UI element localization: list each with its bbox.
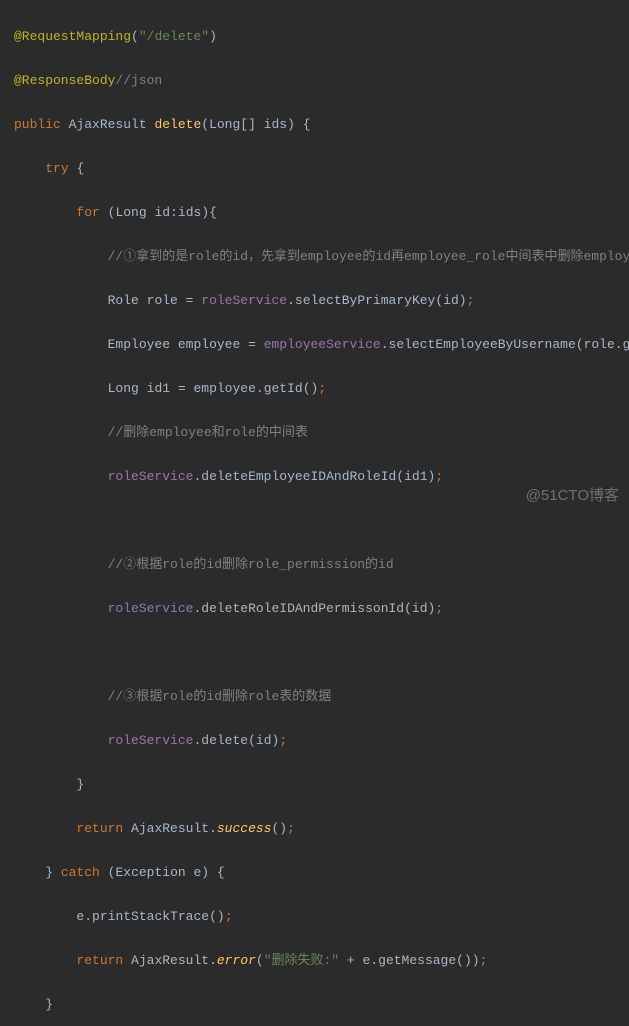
keyword: catch [61,865,100,880]
keyword: for [76,205,99,220]
code-line: //②根据role的id删除role_permission的id [14,554,629,576]
code-line: @RequestMapping("/delete") [14,26,629,48]
code-line: return AjaxResult.success(); [14,818,629,840]
code-line: roleService.delete(id); [14,730,629,752]
code-line: @ResponseBody//json [14,70,629,92]
annotation: @RequestMapping [14,29,131,44]
string-literal: "删除失败:" [264,953,339,968]
code-line: } catch (Exception e) { [14,862,629,884]
field-ref: roleService [108,601,194,616]
method-name: delete [154,117,201,132]
code-line: public AjaxResult delete(Long[] ids) { [14,114,629,136]
code-line: Role role = roleService.selectByPrimaryK… [14,290,629,312]
code-line: //删除employee和role的中间表 [14,422,629,444]
string-literal: "/delete" [139,29,209,44]
watermark-text: @51CTO博客 [526,484,619,505]
comment: //①拿到的是role的id，先拿到employee的id再employee_r… [108,249,629,264]
code-line [14,510,629,532]
comment: //json [115,73,162,88]
code-line: //①拿到的是role的id，先拿到employee的id再employee_r… [14,246,629,268]
field-ref: roleService [201,293,287,308]
code-line: } [14,774,629,796]
static-method: error [217,953,256,968]
code-line: return AjaxResult.error("删除失败:" + e.getM… [14,950,629,972]
comment: //③根据role的id删除role表的数据 [108,689,332,704]
static-method: success [217,821,272,836]
keyword: public [14,117,61,132]
code-line: try { [14,158,629,180]
code-line: } [14,994,629,1016]
code-line: roleService.deleteRoleIDAndPermissonId(i… [14,598,629,620]
code-line: for (Long id:ids){ [14,202,629,224]
field-ref: roleService [108,469,194,484]
keyword: try [45,161,68,176]
type: AjaxResult [69,117,147,132]
code-line: e.printStackTrace(); [14,906,629,928]
params: Long[] ids [209,117,287,132]
code-line [14,642,629,664]
field-ref: employeeService [264,337,381,352]
field-ref: roleService [108,733,194,748]
code-line: //③根据role的id删除role表的数据 [14,686,629,708]
comment: //②根据role的id删除role_permission的id [108,557,394,572]
comment: //删除employee和role的中间表 [108,425,308,440]
code-editor[interactable]: @RequestMapping("/delete") @ResponseBody… [0,0,629,1026]
keyword: return [76,821,123,836]
code-line: Long id1 = employee.getId(); [14,378,629,400]
keyword: return [76,953,123,968]
code-line: Employee employee = employeeService.sele… [14,334,629,356]
annotation: @ResponseBody [14,73,115,88]
